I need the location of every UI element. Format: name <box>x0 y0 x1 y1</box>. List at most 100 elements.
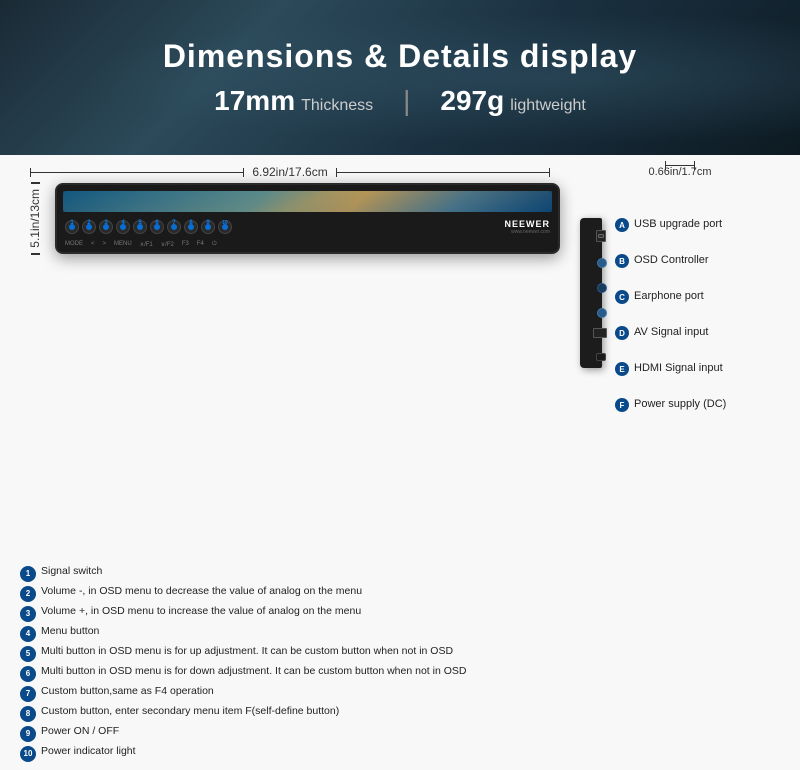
port-e-text: HDMI Signal input <box>634 362 723 374</box>
label-text-10: Power indicator light <box>41 745 785 759</box>
mode-label-f4: F4 <box>197 241 204 248</box>
left-label-item: 6 Multi button in OSD menu is for down ad… <box>20 665 785 682</box>
label-text-2: Volume -, in OSD menu to decrease the va… <box>41 585 785 599</box>
label-text-8: Custom button, enter secondary menu item… <box>41 705 785 719</box>
label-num-1: 1 <box>20 566 36 582</box>
label-num-7: 7 <box>20 686 36 702</box>
height-label: 5.1in/13cm <box>28 183 42 254</box>
monitor-front-view: 1 2 3 4 5 6 7 8 9 10 NEEWER <box>55 183 560 254</box>
port-b-text: OSD Controller <box>634 254 709 266</box>
width-dimension: 6.92in/17.6cm <box>20 165 560 179</box>
brand-name: NEEWER <box>504 219 550 229</box>
label-text-4: Menu button <box>41 625 785 639</box>
main-content: 6.92in/17.6cm 5.1in/13cm <box>0 155 800 770</box>
port-label-c: C Earphone port <box>615 290 726 304</box>
left-labels: 1 Signal switch 2 Volume -, in OSD menu to … <box>20 565 785 765</box>
port-letter-b: B <box>615 254 629 268</box>
side-width-label: 0.66in/1.7cm <box>649 166 712 178</box>
label-text-7: Custom button,same as F4 operation <box>41 685 785 699</box>
mode-label-f2: ∨/F2 <box>161 241 174 248</box>
mode-label-right: > <box>103 241 107 248</box>
mode-label-left: < <box>91 241 95 248</box>
left-label-item: 5 Multi button in OSD menu is for up adju… <box>20 645 785 662</box>
btn-6: 6 <box>150 220 164 234</box>
port-f-dc <box>596 353 606 361</box>
width-label: 6.92in/17.6cm <box>244 165 335 179</box>
btn-9: 9 <box>201 220 215 234</box>
side-view-container: A USB upgrade port B OSD Controller C Ea… <box>580 218 780 422</box>
label-text-9: Power ON / OFF <box>41 725 785 739</box>
label-num-8: 8 <box>20 706 36 722</box>
thickness-value: 17mm <box>214 85 295 117</box>
monitor-row: 5.1in/13cm 1 2 3 4 5 <box>20 183 560 254</box>
labels-section: 1 Signal switch 2 Volume -, in OSD menu to … <box>0 560 800 770</box>
mode-label-power: ⏻ <box>212 241 217 248</box>
weight-metric: 297g lightweight <box>440 85 585 117</box>
btn-10: 10 <box>218 220 232 234</box>
left-label-item: 4 Menu button <box>20 625 785 642</box>
monitor-controls: 1 2 3 4 5 6 7 8 9 10 NEEWER <box>57 215 558 239</box>
brand-section: NEEWER www.neewer.com <box>504 219 550 235</box>
port-b-btn <box>597 258 607 268</box>
label-text-5: Multi button in OSD menu is for up adjus… <box>41 645 785 659</box>
label-num-6: 6 <box>20 666 36 682</box>
brand-website: www.neewer.com <box>504 229 550 235</box>
mode-label-mode: MODE <box>65 241 83 248</box>
monitor-front-section: 6.92in/17.6cm 5.1in/13cm <box>20 165 560 555</box>
left-label-item: 2 Volume -, in OSD menu to decrease the v… <box>20 585 785 602</box>
mode-label-f3: F3 <box>182 241 189 248</box>
btn-4: 4 <box>116 220 130 234</box>
port-labels: A USB upgrade port B OSD Controller C Ea… <box>610 218 726 422</box>
header-section: Dimensions & Details display 17mm Thickn… <box>0 0 800 155</box>
port-label-b: B OSD Controller <box>615 254 726 268</box>
port-label-e: E HDMI Signal input <box>615 362 726 376</box>
mode-label-f1: ∧/F1 <box>140 241 153 248</box>
side-dimension-label: 0.66in/1.7cm <box>580 165 780 181</box>
label-text-1: Signal switch <box>41 565 785 579</box>
side-dim-horiz-line <box>665 165 695 166</box>
left-label-item: 1 Signal switch <box>20 565 785 582</box>
btn-7: 7 <box>167 220 181 234</box>
label-num-2: 2 <box>20 586 36 602</box>
port-label-f: F Power supply (DC) <box>615 398 726 412</box>
label-text-6: Multi button in OSD menu is for down adj… <box>41 665 785 679</box>
port-letter-a: A <box>615 218 629 232</box>
port-c-jack <box>597 283 607 293</box>
left-label-item: 7 Custom button,same as F4 operation <box>20 685 785 702</box>
height-dimension: 5.1in/13cm <box>20 183 50 254</box>
left-label-item: 9 Power ON / OFF <box>20 725 785 742</box>
weight-value: 297g <box>440 85 504 117</box>
port-d-btn <box>597 308 607 318</box>
btn-2: 2 <box>82 220 96 234</box>
btn-1: 1 <box>65 220 79 234</box>
port-e-hdmi <box>593 328 607 338</box>
mode-label-menu: MENU <box>114 241 132 248</box>
thickness-metric: 17mm Thickness <box>214 85 373 117</box>
label-num-3: 3 <box>20 606 36 622</box>
left-label-item: 10Power indicator light <box>20 745 785 762</box>
port-letter-d: D <box>615 326 629 340</box>
width-line-right <box>336 172 550 173</box>
thickness-unit: Thickness <box>301 97 373 115</box>
btn-3: 3 <box>99 220 113 234</box>
port-a-usb <box>596 230 606 242</box>
port-d-text: AV Signal input <box>634 326 708 338</box>
monitor-side-view <box>580 218 602 368</box>
port-letter-f: F <box>615 398 629 412</box>
width-line-left <box>30 172 244 173</box>
metric-divider: | <box>403 85 410 117</box>
monitor-side-section: 0.66in/1.7cm <box>580 165 780 555</box>
port-f-text: Power supply (DC) <box>634 398 726 410</box>
btn-5: 5 <box>133 220 147 234</box>
monitor-screen <box>63 191 552 212</box>
mode-labels: MODE < > MENU ∧/F1 ∨/F2 F3 F4 ⏻ <box>65 241 217 248</box>
port-label-d: D AV Signal input <box>615 326 726 340</box>
weight-unit: lightweight <box>510 97 586 115</box>
label-num-5: 5 <box>20 646 36 662</box>
label-num-9: 9 <box>20 726 36 742</box>
dimensions-section: 6.92in/17.6cm 5.1in/13cm <box>0 155 800 560</box>
header-metrics: 17mm Thickness | 297g lightweight <box>214 85 586 117</box>
left-label-item: 3Volume +, in OSD menu to increase the v… <box>20 605 785 622</box>
label-num-4: 4 <box>20 626 36 642</box>
port-letter-c: C <box>615 290 629 304</box>
